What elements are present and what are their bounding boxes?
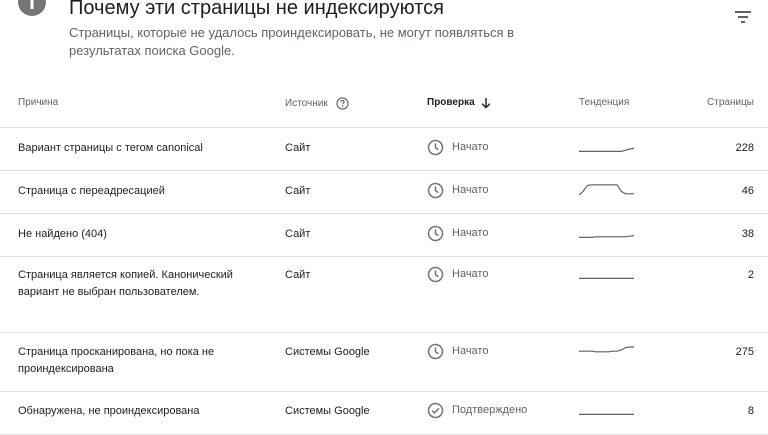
- table-row[interactable]: Страница с переадресацией Сайт Начато 46: [0, 171, 768, 214]
- table-row[interactable]: Обнаружена, не проиндексирована Системы G…: [0, 392, 768, 435]
- sparkline-line: [579, 147, 635, 152]
- check-status-cell: Начато: [427, 182, 488, 199]
- source-cell: Системы Google: [285, 405, 370, 417]
- clock-icon: [427, 139, 444, 156]
- pages-count: 38: [741, 228, 754, 240]
- clock-icon: [427, 225, 444, 242]
- sparkline-line: [579, 346, 634, 353]
- table-row[interactable]: Не найдено (404) Сайт Начато 38: [0, 214, 768, 257]
- trend-sparkline: [579, 139, 635, 159]
- column-reason[interactable]: Причина: [18, 97, 58, 109]
- reason-cell: Обнаружена, не проиндексирована: [18, 405, 200, 417]
- column-source[interactable]: Источник: [285, 97, 349, 110]
- pages-count: 228: [735, 142, 754, 154]
- source-cell: Системы Google: [285, 346, 370, 358]
- check-status-cell: Подтверждено: [427, 402, 527, 419]
- status-label: Начато: [452, 227, 489, 239]
- trend-sparkline: [579, 266, 634, 286]
- check-status-cell: Начато: [427, 266, 488, 283]
- clock-icon: [427, 266, 444, 283]
- sparkline-chart: [579, 235, 635, 238]
- table-body: Вариант страницы с тегом canonical Сайт На…: [0, 128, 768, 435]
- clock-icon: [427, 343, 444, 360]
- sparkline-chart: [578, 184, 634, 196]
- filter-button[interactable]: [728, 2, 758, 32]
- source-cell: Сайт: [285, 228, 311, 240]
- table-row[interactable]: Вариант страницы с тегом canonical Сайт На…: [0, 128, 768, 171]
- table-row[interactable]: Страница просканирована, но пока не прои…: [0, 333, 768, 392]
- check-circle-icon: [427, 402, 444, 419]
- pages-count: 275: [735, 346, 754, 358]
- column-check[interactable]: Проверка: [427, 97, 491, 109]
- page-subtitle: Страницы, которые не удалось проиндексир…: [69, 25, 515, 58]
- status-label: Начато: [452, 345, 489, 357]
- page: Почему эти страницы не индексируются Стр…: [0, 0, 768, 435]
- column-pages[interactable]: Страницы: [707, 97, 754, 109]
- reason-cell: Вариант страницы с тегом canonical: [18, 142, 203, 154]
- sparkline-line: [579, 235, 635, 238]
- check-status-cell: Начато: [427, 343, 488, 360]
- column-pages-label: Страницы: [707, 97, 754, 108]
- column-trend: Тенденция: [579, 97, 629, 109]
- sparkline-chart: [579, 346, 634, 353]
- column-reason-label: Причина: [18, 97, 59, 108]
- reason-cell: Страница является копией. Канонический в…: [18, 269, 233, 298]
- status-label: Начато: [452, 268, 489, 280]
- pages-count: 2: [747, 269, 754, 281]
- status-label: Начато: [452, 184, 489, 196]
- reasons-table: Причина Источник Проверка Тенденция Стра…: [0, 82, 768, 435]
- reason-cell: Не найдено (404): [18, 228, 107, 240]
- column-check-label: Проверка: [427, 97, 475, 108]
- sparkline-line: [578, 184, 634, 196]
- sparkline-chart: [579, 413, 634, 415]
- table-header: Причина Источник Проверка Тенденция Стра…: [0, 82, 768, 128]
- check-status-cell: Начато: [427, 139, 488, 156]
- filter-icon: [735, 11, 751, 23]
- source-cell: Сайт: [285, 185, 311, 197]
- reason-cell: Страница просканирована, но пока не прои…: [18, 346, 215, 375]
- reason-cell: Страница с переадресацией: [18, 185, 165, 197]
- page-title: Почему эти страницы не индексируются: [69, 0, 444, 19]
- trend-sparkline: [579, 402, 634, 422]
- help-icon[interactable]: [336, 97, 349, 110]
- trend-sparkline: [579, 225, 635, 245]
- source-cell: Сайт: [285, 269, 311, 281]
- status-label: Начато: [452, 141, 489, 153]
- column-source-label: Источник: [285, 97, 328, 109]
- check-status-cell: Начато: [427, 225, 488, 242]
- sparkline-chart: [579, 147, 635, 152]
- column-trend-label: Тенденция: [579, 97, 630, 108]
- source-cell: Сайт: [285, 142, 311, 154]
- pages-count: 46: [741, 185, 754, 197]
- pages-count: 8: [747, 405, 754, 417]
- trend-sparkline: [578, 182, 634, 202]
- trend-sparkline: [579, 343, 634, 363]
- arrow-down-icon: [481, 97, 491, 109]
- sparkline-chart: [579, 277, 634, 279]
- status-label: Подтверждено: [452, 404, 528, 416]
- clock-icon: [427, 182, 444, 199]
- info-icon: [18, 0, 46, 16]
- table-row[interactable]: Страница является копией. Канонический в…: [0, 257, 768, 333]
